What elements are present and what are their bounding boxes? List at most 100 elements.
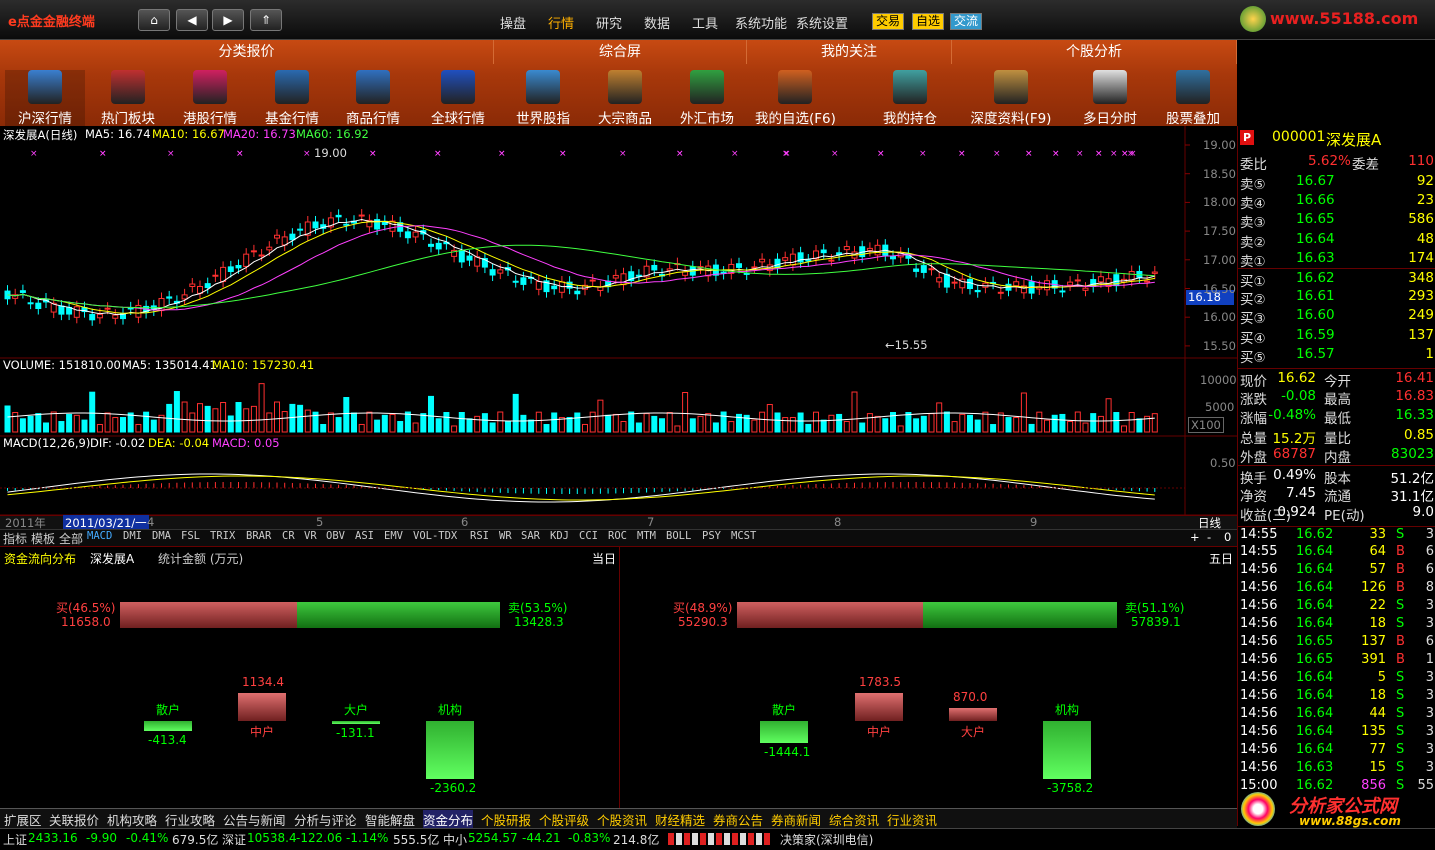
indicator-tab-kdj[interactable]: KDJ — [550, 530, 569, 542]
bottom-tab-13[interactable]: 券商新闻 — [771, 810, 821, 829]
back-button[interactable]: ◀ — [176, 9, 208, 31]
bottom-tab-11[interactable]: 财经精选 — [655, 810, 705, 829]
exchange-button[interactable]: 交流 — [950, 13, 983, 30]
indicator-tab-brar[interactable]: BRAR — [246, 530, 271, 542]
tool-4[interactable]: 商品行情 — [333, 70, 413, 127]
tool-7[interactable]: 大宗商品 — [585, 70, 665, 127]
indicator-tab-全部[interactable]: 全部 — [59, 530, 83, 547]
bottom-tab-6[interactable]: 智能解盘 — [365, 810, 415, 829]
bottom-tab-1[interactable]: 关联报价 — [49, 810, 99, 829]
bottom-tab-5[interactable]: 分析与评论 — [294, 810, 357, 829]
tool-1-label: 热门板块 — [101, 111, 155, 127]
flow-title[interactable]: 资金流向分布 — [4, 550, 76, 567]
stat-value: -0.48% — [1268, 407, 1316, 424]
sh-change: -9.90 — [86, 831, 118, 845]
home-button[interactable]: ⌂ — [138, 9, 170, 31]
indicator-tab-asi[interactable]: ASI — [355, 530, 374, 542]
ma60-label: MA60: 16.92 — [296, 127, 369, 141]
tool-13-label: 股票叠加 — [1166, 111, 1220, 127]
cat-classified-quotes[interactable]: 分类报价 — [0, 40, 494, 64]
forward-button[interactable]: ▶ — [212, 9, 244, 31]
bottom-tab-7[interactable]: 资金分布 — [423, 810, 474, 829]
menu-hangqing[interactable]: 行情 — [548, 13, 574, 32]
tool-8[interactable]: 外汇市场 — [667, 70, 747, 127]
indicator-tab-emv[interactable]: EMV — [384, 530, 403, 542]
tool-4-label: 商品行情 — [346, 111, 400, 127]
indicator-tab-vol-tdx[interactable]: VOL-TDX — [413, 530, 457, 542]
indicator-tab-sar[interactable]: SAR — [521, 530, 540, 542]
indicator-tab-boll[interactable]: BOLL — [666, 530, 691, 542]
bottom-tab-3[interactable]: 行业攻略 — [165, 810, 215, 829]
indicator-tab-vr[interactable]: VR — [304, 530, 317, 542]
reset-button[interactable]: 0 — [1224, 530, 1231, 544]
bottom-tab-bar: 扩展区 关联报价 机构攻略 行业攻略 公告与新闻 分析与评论 智能解盘 资金分布 个股研报 个股评… — [0, 808, 1237, 829]
zoom-in-button[interactable]: + — [1190, 530, 1200, 544]
watchlist-button[interactable]: 自选 — [912, 13, 945, 30]
stat-value: 0.49% — [1273, 467, 1316, 483]
kline-chart-area[interactable]: × × × × × × × × × × × × × × × × × × × × × × × × × × × × × × × × × × × × × × × ×… — [0, 126, 1237, 546]
indicator-tab-fsl[interactable]: FSL — [181, 530, 200, 542]
menu-system-function[interactable]: 系统功能 — [735, 13, 787, 32]
tool-10[interactable]: 我的持仓 — [870, 70, 950, 127]
indicator-tab-rsi[interactable]: RSI — [470, 530, 489, 542]
cat-my-focus[interactable]: 我的关注 — [747, 40, 952, 64]
tool-0[interactable]: 沪深行情 — [5, 70, 85, 127]
indicator-tab-模板[interactable]: 模板 — [31, 530, 55, 547]
tool-12[interactable]: 多日分时 — [1070, 70, 1150, 127]
menu-gongju[interactable]: 工具 — [692, 13, 718, 32]
svg-text:×: × — [559, 149, 567, 159]
cat-overview[interactable]: 综合屏 — [494, 40, 747, 64]
menu-system-settings[interactable]: 系统设置 — [796, 13, 848, 32]
tool-1[interactable]: 热门板块 — [88, 70, 168, 127]
indicator-tab-cr[interactable]: CR — [282, 530, 295, 542]
tool-13[interactable]: 股票叠加 — [1153, 70, 1233, 127]
indicator-tab-mtm[interactable]: MTM — [637, 530, 656, 542]
bottom-tab-2[interactable]: 机构攻略 — [107, 810, 157, 829]
volume-y-10000: 10000 — [1200, 373, 1237, 387]
bottom-tab-9[interactable]: 个股评级 — [539, 810, 589, 829]
indicator-tab-dmi[interactable]: DMI — [123, 530, 142, 542]
order-volume: 174 — [1408, 249, 1434, 266]
indicator-tab-psy[interactable]: PSY — [702, 530, 721, 542]
tick-price: 16.64 — [1296, 544, 1334, 559]
trade-button[interactable]: 交易 — [872, 13, 905, 30]
tool-11[interactable]: 深度资料(F9) — [957, 70, 1065, 127]
indicator-tab-cci[interactable]: CCI — [579, 530, 598, 542]
indicator-tab-obv[interactable]: OBV — [326, 530, 345, 542]
order-level: 买⑤ — [1240, 349, 1266, 366]
stock-code: 000001 — [1272, 129, 1326, 145]
zoom-out-button[interactable]: - — [1207, 530, 1211, 544]
bottom-tab-8[interactable]: 个股研报 — [481, 810, 531, 829]
site-url: www.55188.com — [1270, 9, 1419, 28]
indicator-tab-wr[interactable]: WR — [499, 530, 512, 542]
indicator-tab-roc[interactable]: ROC — [608, 530, 627, 542]
tool-9[interactable]: 我的自选(F6) — [755, 70, 836, 127]
left-flow-bar-1 — [238, 693, 286, 721]
tool-2[interactable]: 港股行情 — [170, 70, 250, 127]
up-button[interactable]: ⇑ — [250, 9, 282, 31]
tool-3[interactable]: 基金行情 — [252, 70, 332, 127]
bottom-tab-12[interactable]: 券商公告 — [713, 810, 763, 829]
indicator-tab-指标[interactable]: 指标 — [3, 530, 27, 547]
tool-5[interactable]: 全球行情 — [418, 70, 498, 127]
tool-6[interactable]: 世界股指 — [503, 70, 583, 127]
tick-volume: 22 — [1369, 598, 1386, 613]
bottom-tab-4[interactable]: 公告与新闻 — [223, 810, 286, 829]
menu-caopan[interactable]: 操盘 — [500, 13, 526, 32]
bottom-tab-10[interactable]: 个股资讯 — [597, 810, 647, 829]
tick-time: 14:56 — [1240, 760, 1278, 775]
bottom-tab-0[interactable]: 扩展区 — [4, 810, 42, 829]
bottom-tab-15[interactable]: 行业资讯 — [887, 810, 937, 829]
menu-shuju[interactable]: 数据 — [644, 13, 670, 32]
tick-time: 14:56 — [1240, 688, 1278, 703]
cat-stock-analysis[interactable]: 个股分析 — [952, 40, 1237, 64]
menu-yanjiu[interactable]: 研究 — [596, 13, 622, 32]
tick-price: 16.64 — [1296, 598, 1334, 613]
indicator-tab-trix[interactable]: TRIX — [210, 530, 235, 542]
indicator-tab-dma[interactable]: DMA — [152, 530, 171, 542]
order-volume: 23 — [1416, 192, 1434, 209]
bottom-tab-14[interactable]: 综合资讯 — [829, 810, 879, 829]
indicator-tab-mcst[interactable]: MCST — [731, 530, 756, 542]
kline-svg[interactable]: × × ××× × ××× × ××× ××× × ××× × ××× × ××× × ××× × ××× × ×× × — [0, 126, 1237, 546]
indicator-tab-macd[interactable]: MACD — [87, 530, 112, 542]
